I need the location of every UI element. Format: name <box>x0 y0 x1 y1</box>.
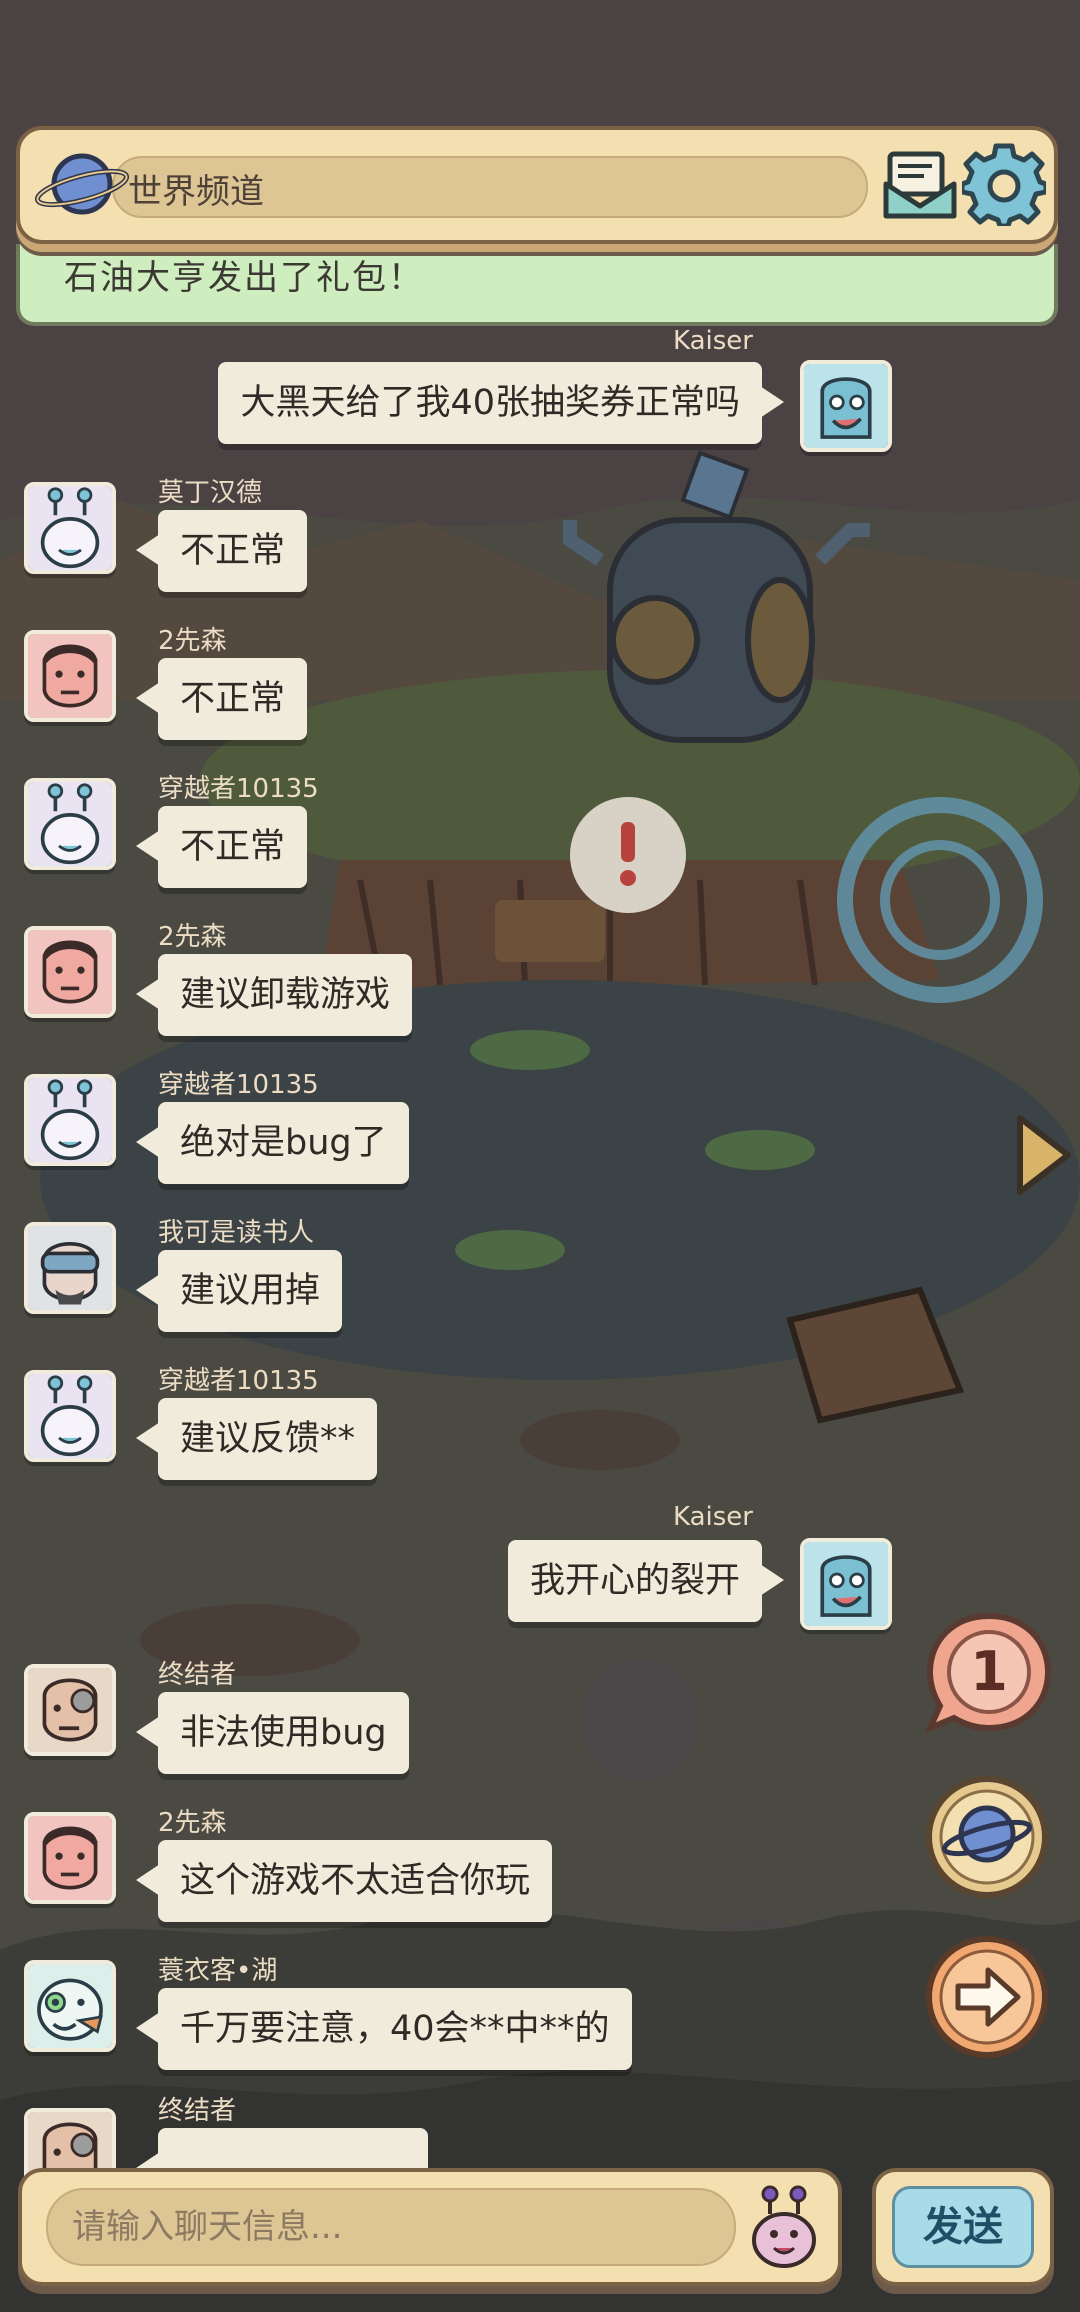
message-bubble[interactable]: 建议反馈** <box>135 1398 378 1480</box>
snail-emoji-icon[interactable] <box>744 2184 824 2270</box>
sender-name: Kaiser <box>673 326 753 356</box>
system-announcement-text: 石油大亨发出了礼包！ <box>64 258 424 298</box>
green-eyed-creature-avatar[interactable] <box>24 1960 116 2052</box>
message-bubble[interactable]: 非法使用bug <box>136 1692 409 1774</box>
sender-name: 终结者 <box>158 1660 237 1690</box>
message-bubble[interactable]: 绝对是bug了 <box>136 1102 409 1184</box>
snail-alien-avatar[interactable] <box>24 1074 116 1166</box>
sender-name: 2先森 <box>158 922 227 952</box>
system-announcement: 石油大亨发出了礼包！ <box>16 244 1058 326</box>
send-button[interactable]: 发送 <box>872 2168 1054 2286</box>
snail-alien-avatar[interactable] <box>24 482 116 574</box>
message-bubble[interactable]: 建议用掉 <box>135 1250 343 1332</box>
snail-alien-avatar[interactable] <box>24 1370 116 1462</box>
settings-gear-icon[interactable] <box>962 142 1046 226</box>
message-bubble[interactable]: 大黑天给了我40张抽奖券正常吗 <box>218 362 784 444</box>
sender-name: 穿越者10135 <box>158 1070 319 1100</box>
world-channel-planet-button[interactable] <box>922 1772 1052 1902</box>
man-face-avatar[interactable] <box>24 630 116 722</box>
cyborg-face-avatar[interactable] <box>24 1664 116 1756</box>
planet-icon[interactable] <box>34 144 130 224</box>
unread-count: 1 <box>970 1640 1008 1703</box>
sender-name: 2先森 <box>158 626 227 656</box>
message-bubble[interactable]: 不正常 <box>135 658 308 740</box>
channel-name: 世界频道 <box>128 172 264 212</box>
message-bubble[interactable]: 不正常 <box>135 510 308 592</box>
goggles-man-avatar[interactable] <box>24 1222 116 1314</box>
message-bubble[interactable]: 我开心的裂开 <box>507 1540 785 1622</box>
sender-name: 莫丁汉德 <box>158 478 263 508</box>
sender-name: Kaiser <box>673 1502 753 1532</box>
scene-play-arrow-icon[interactable] <box>1012 1110 1074 1200</box>
sender-name: 2先森 <box>158 1808 227 1838</box>
pharaoh-mask-avatar[interactable] <box>800 1538 892 1630</box>
message-bubble[interactable]: 千万要注意，40会**中**的 <box>136 1988 632 2070</box>
message-bubble[interactable]: 这个游戏不太适合你玩 <box>135 1840 553 1922</box>
unread-messages-button[interactable]: 1 <box>924 1610 1054 1740</box>
sender-name: 终结者 <box>158 2096 237 2126</box>
sender-name: 穿越者10135 <box>158 1366 319 1396</box>
sender-name: 蓑衣客•湖 <box>158 1956 278 1986</box>
snail-alien-avatar[interactable] <box>24 778 116 870</box>
chat-input-bar <box>18 2168 842 2286</box>
man-face-avatar[interactable] <box>24 1812 116 1904</box>
channel-header: 世界频道 <box>16 126 1058 244</box>
message-bubble[interactable]: 不正常 <box>135 806 308 888</box>
chat-message-input[interactable] <box>46 2188 736 2266</box>
pharaoh-mask-avatar[interactable] <box>800 360 892 452</box>
send-button-label: 发送 <box>892 2186 1034 2268</box>
sender-name: 我可是读书人 <box>158 1218 315 1248</box>
man-face-avatar[interactable] <box>24 926 116 1018</box>
mail-icon[interactable] <box>880 144 960 224</box>
message-bubble[interactable]: 建议卸载游戏 <box>135 954 413 1036</box>
next-arrow-button[interactable] <box>922 1932 1052 2062</box>
sender-name: 穿越者10135 <box>158 774 319 804</box>
